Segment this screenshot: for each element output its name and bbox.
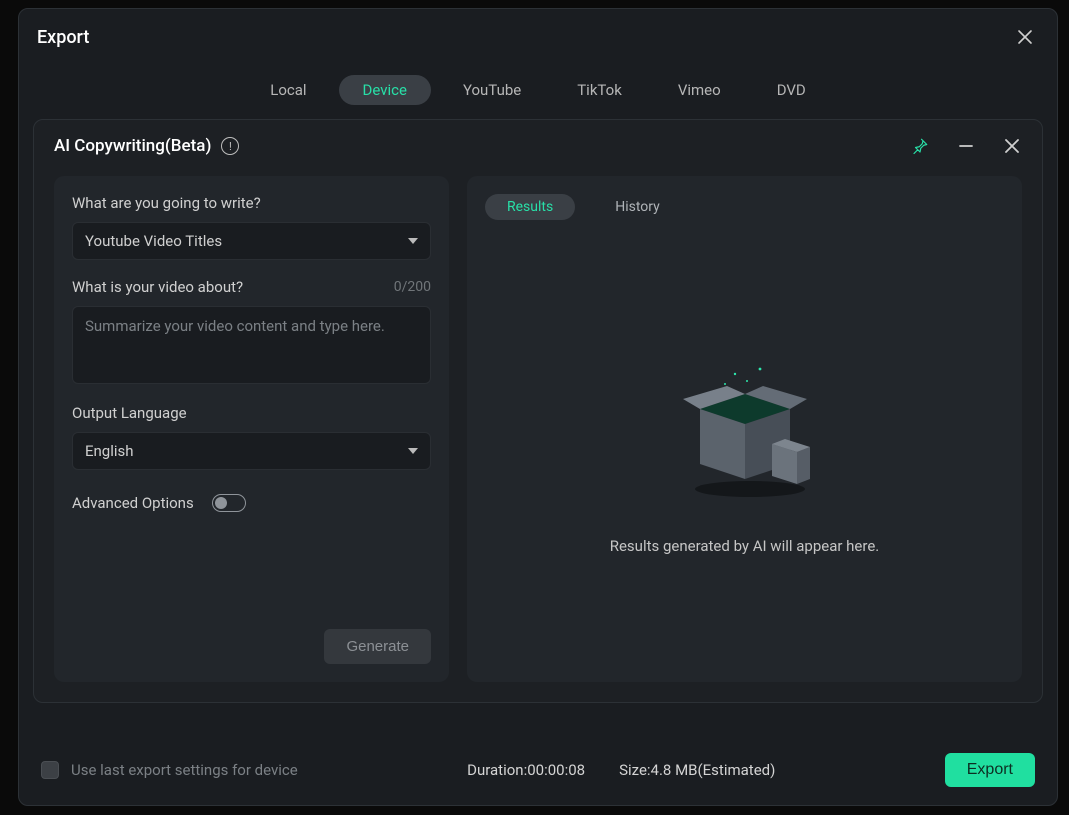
tab-tiktok[interactable]: TikTok	[553, 75, 646, 105]
duration-info: Duration:00:00:08	[467, 761, 585, 779]
video-about-input[interactable]	[72, 306, 431, 384]
empty-state: Results generated by AI will appear here…	[485, 240, 1004, 664]
char-counter: 0/200	[394, 279, 431, 295]
export-dialog: Export Local Device YouTube TikTok Vimeo…	[18, 8, 1058, 806]
pin-icon	[911, 137, 929, 155]
write-type-value: Youtube Video Titles	[85, 232, 222, 250]
tab-youtube[interactable]: YouTube	[439, 75, 545, 105]
pin-button[interactable]	[906, 132, 934, 160]
ai-panel-header: AI Copywriting(Beta) !	[34, 120, 1042, 168]
ai-panel-title: AI Copywriting(Beta)	[54, 136, 211, 156]
write-type-label: What are you going to write?	[72, 194, 431, 212]
output-language-select[interactable]: English	[72, 432, 431, 470]
advanced-options-toggle[interactable]	[212, 494, 246, 512]
minimize-icon	[958, 138, 974, 154]
export-button[interactable]: Export	[945, 753, 1035, 787]
use-last-settings-checkbox[interactable]	[41, 761, 59, 779]
results-panel: Results History	[467, 176, 1022, 682]
write-type-select[interactable]: Youtube Video Titles	[72, 222, 431, 260]
export-title: Export	[37, 27, 89, 48]
tab-results[interactable]: Results	[485, 194, 575, 220]
tab-device[interactable]: Device	[339, 75, 431, 105]
size-info: Size:4.8 MB(Estimated)	[619, 761, 775, 779]
close-ai-panel-button[interactable]	[998, 132, 1026, 160]
open-box-icon	[665, 349, 825, 509]
ai-copywriting-panel: AI Copywriting(Beta) ! What are you goin…	[33, 119, 1043, 703]
export-header: Export	[19, 9, 1057, 57]
ai-panel-body: What are you going to write? Youtube Vid…	[34, 168, 1042, 702]
chevron-down-icon	[408, 238, 418, 244]
close-icon	[1004, 138, 1020, 154]
chevron-down-icon	[408, 448, 418, 454]
tab-dvd[interactable]: DVD	[753, 75, 830, 105]
output-language-label: Output Language	[72, 404, 431, 422]
export-footer: Use last export settings for device Dura…	[19, 737, 1057, 805]
tab-vimeo[interactable]: Vimeo	[654, 75, 745, 105]
export-target-tabs: Local Device YouTube TikTok Vimeo DVD	[19, 75, 1057, 105]
video-about-label: What is your video about?	[72, 278, 243, 296]
use-last-settings-label: Use last export settings for device	[71, 761, 298, 779]
minimize-button[interactable]	[952, 132, 980, 160]
empty-state-text: Results generated by AI will appear here…	[610, 537, 880, 555]
info-icon[interactable]: !	[221, 137, 239, 155]
close-export-button[interactable]	[1011, 23, 1039, 51]
input-panel: What are you going to write? Youtube Vid…	[54, 176, 449, 682]
advanced-options-label: Advanced Options	[72, 494, 194, 512]
results-tabs: Results History	[485, 194, 1004, 220]
tab-history[interactable]: History	[593, 194, 682, 220]
output-language-value: English	[85, 442, 134, 460]
close-icon	[1017, 29, 1033, 45]
generate-button[interactable]: Generate	[324, 629, 431, 664]
tab-local[interactable]: Local	[246, 75, 330, 105]
